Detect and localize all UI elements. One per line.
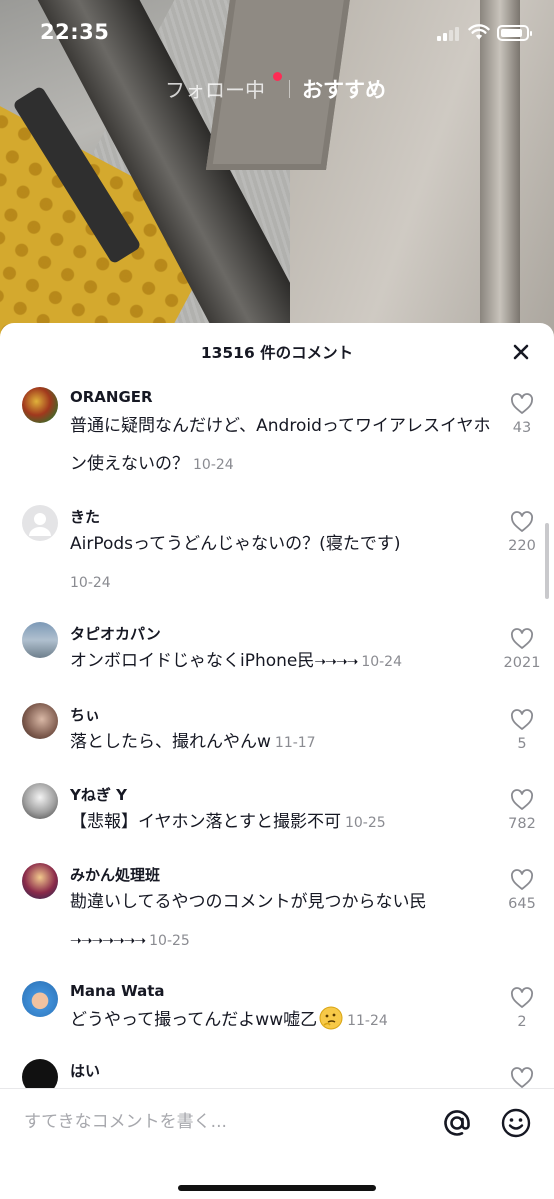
thinking-face-icon	[319, 1006, 343, 1030]
like-button[interactable]	[500, 1067, 544, 1089]
avatar[interactable]	[22, 981, 58, 1017]
comment-date: 10-25	[344, 815, 386, 831]
comment-text: 普通に疑問なんだけど、Androidってワイアレスイヤホン使えないの？ 10-24	[70, 407, 495, 484]
like-button[interactable]: 2	[500, 987, 544, 1030]
comment-text: オンボロイドじゃなくiPhone民➝➝➝➝ 10-24	[70, 642, 495, 681]
comments-scrollbar[interactable]	[545, 523, 549, 599]
comment-date: 10-24	[361, 654, 402, 670]
like-button[interactable]: 5	[500, 709, 544, 752]
close-icon[interactable]	[508, 339, 534, 365]
like-count: 5	[517, 736, 527, 752]
heart-icon	[511, 1067, 533, 1088]
comment-text: AirPodsってうどんじゃないの？(寝たです) 10-24	[70, 525, 470, 602]
mention-at-icon[interactable]	[441, 1107, 473, 1139]
tab-divider	[289, 80, 290, 98]
avatar[interactable]	[22, 783, 58, 819]
like-count: 43	[512, 420, 532, 436]
heart-icon	[511, 393, 533, 414]
comment-text: 勘違いしてるやつのコメントが見つからない民 ➝➝➝➝➝➝➝ 10-25	[70, 883, 495, 960]
emoji-icon[interactable]	[500, 1107, 532, 1139]
like-count: 220	[508, 538, 536, 554]
comment-date: 10-25	[149, 933, 190, 949]
comment-body: 普通に疑問なんだけど、Androidってワイアレスイヤホン使えないの？	[70, 416, 491, 474]
avatar[interactable]	[22, 622, 58, 658]
status-time: 22:35	[40, 20, 110, 44]
tab-following[interactable]: フォロー中	[165, 74, 265, 103]
comment-input[interactable]	[24, 1107, 404, 1137]
comment-username[interactable]: ORANGER	[70, 388, 153, 406]
like-count: 2	[517, 1014, 527, 1030]
comment-date: 11-17	[274, 735, 316, 751]
comment-input-bar	[0, 1088, 554, 1199]
tab-for-you[interactable]: おすすめ	[302, 74, 386, 104]
comment-text: 落としたら、撮れんやんw 11-17	[70, 723, 495, 762]
heart-icon	[511, 789, 533, 810]
comment-username[interactable]: きた	[70, 506, 100, 527]
comment-item: タピオカパン オンボロイドじゃなくiPhone民➝➝➝➝ 10-24 2021	[0, 622, 554, 702]
avatar[interactable]	[22, 863, 58, 899]
like-count: 782	[508, 816, 536, 832]
home-indicator[interactable]	[178, 1185, 376, 1191]
comment-item: きた AirPodsってうどんじゃないの？(寝たです) 10-24 220	[0, 505, 554, 623]
battery-icon	[497, 25, 532, 41]
like-button[interactable]: 43	[500, 393, 544, 436]
comments-sheet: 13516 件のコメント ORANGER 普通に疑問なんだけど、Androidっ…	[0, 323, 554, 1199]
comment-username[interactable]: Mana Wata	[70, 982, 165, 1000]
status-bar: 22:35	[0, 0, 554, 64]
like-button[interactable]: 2021	[500, 628, 544, 671]
comment-username[interactable]: Yねぎ Y	[70, 784, 127, 805]
comment-username[interactable]: はい	[70, 1060, 100, 1081]
comment-text: どうやって撮ってんだよww嘘乙 11-24	[70, 1001, 495, 1040]
like-count: 645	[508, 896, 536, 912]
comment-username[interactable]: ちぃ	[70, 704, 100, 725]
comment-body: 勘違いしてるやつのコメントが見つからない民	[70, 892, 427, 912]
avatar[interactable]	[22, 387, 58, 423]
like-button[interactable]: 645	[500, 869, 544, 912]
avatar[interactable]	[22, 703, 58, 739]
comment-arrows: ➝➝➝➝➝➝➝	[70, 933, 146, 949]
comment-arrows: ➝➝➝➝	[314, 654, 358, 670]
comment-item: ORANGER 普通に疑問なんだけど、Androidってワイアレスイヤホン使えな…	[0, 387, 554, 507]
default-avatar-icon	[29, 513, 51, 536]
comment-body: 落としたら、撮れんやんw	[70, 732, 271, 752]
comment-item: ちぃ 落としたら、撮れんやんw 11-17 5	[0, 703, 554, 783]
cellular-signal-icon	[437, 27, 461, 41]
like-button[interactable]: 782	[500, 789, 544, 832]
comment-item: Mana Wata どうやって撮ってんだよww嘘乙 11-24 2	[0, 981, 554, 1061]
comment-date: 10-24	[70, 575, 111, 591]
heart-icon	[511, 628, 533, 649]
comment-username[interactable]: タピオカパン	[70, 623, 161, 644]
comment-date: 10-24	[193, 457, 234, 473]
comment-body: AirPodsってうどんじゃないの？(寝たです)	[70, 534, 401, 554]
comment-item: Yねぎ Y 【悲報】イヤホン落とすと撮影不可 10-25 782	[0, 783, 554, 863]
comment-username[interactable]: みかん処理班	[70, 864, 160, 885]
like-button[interactable]: 220	[500, 511, 544, 554]
comment-date: 11-24	[347, 1013, 388, 1029]
comment-text: 【悲報】イヤホン落とすと撮影不可 10-25	[70, 803, 495, 842]
heart-icon	[511, 709, 533, 730]
heart-icon	[511, 511, 533, 532]
comment-body: 【悲報】イヤホン落とすと撮影不可	[70, 812, 341, 832]
comment-body: オンボロイドじゃなくiPhone民	[70, 651, 315, 671]
wifi-icon	[468, 24, 490, 40]
notification-dot	[273, 72, 282, 81]
comment-body: どうやって撮ってんだよww嘘乙	[70, 1010, 318, 1030]
like-count: 2021	[503, 655, 541, 671]
comments-count-title: 13516 件のコメント	[200, 344, 354, 362]
avatar[interactable]	[22, 505, 58, 541]
heart-icon	[511, 987, 533, 1008]
comment-item: みかん処理班 勘違いしてるやつのコメントが見つからない民 ➝➝➝➝➝➝➝ 10-25…	[0, 863, 554, 983]
heart-icon	[511, 869, 533, 890]
